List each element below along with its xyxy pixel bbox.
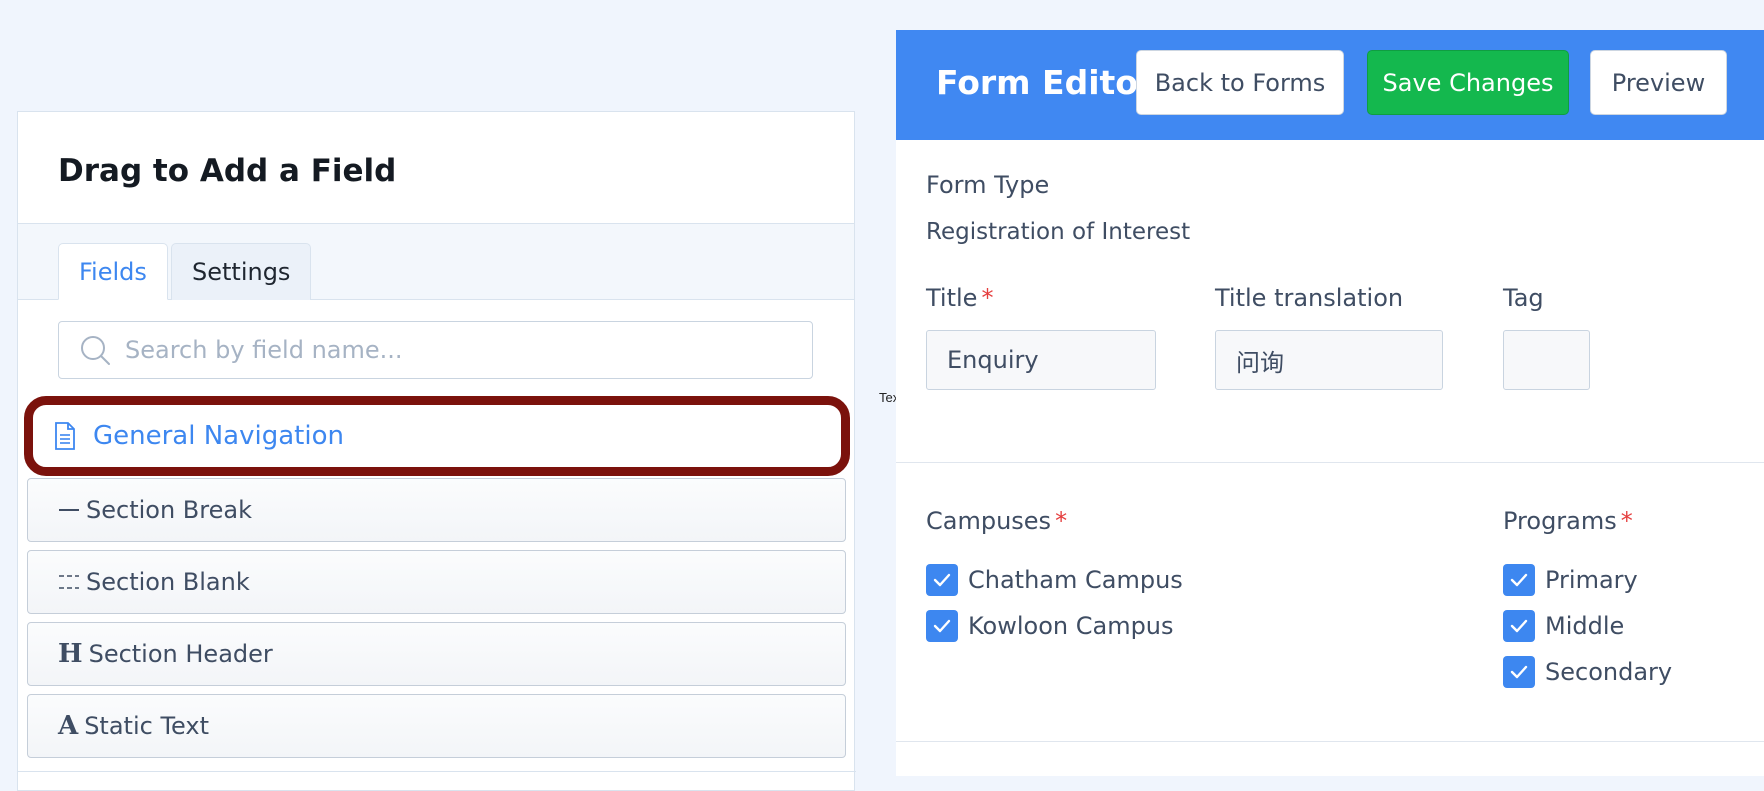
field-item-label: Section Blank [86,568,250,596]
programs-label-text: Programs [1503,507,1617,535]
field-item-static-text[interactable]: A Static Text [27,694,846,758]
field-library-header: Drag to Add a Field [18,112,854,224]
divider [18,771,856,772]
tab-settings[interactable]: Settings [171,243,312,300]
divider [896,462,1764,463]
divider [896,741,1764,742]
checkmark-icon [1503,656,1535,688]
checkbox-label: Middle [1545,612,1625,640]
field-item-label: Section Header [88,640,273,668]
search-input[interactable] [123,335,773,365]
required-mark: * [1620,507,1633,535]
field-item-label: Section Break [86,496,252,524]
save-changes-button[interactable]: Save Changes [1367,50,1569,115]
field-item-general-navigation[interactable]: General Navigation [24,396,850,476]
title-translation-input[interactable] [1215,330,1443,390]
field-item-section-break[interactable]: Section Break [27,478,846,542]
field-item-section-header[interactable]: H Section Header [27,622,846,686]
campuses-label-text: Campuses [926,507,1052,535]
tag-input[interactable] [1503,330,1590,390]
field-item-label: Static Text [84,712,209,740]
checkbox-kowloon-campus[interactable]: Kowloon Campus [926,610,1174,642]
checkbox-secondary[interactable]: Secondary [1503,656,1672,688]
checkbox-label: Chatham Campus [968,566,1183,594]
field-item-section-blank[interactable]: Section Blank [27,550,846,614]
required-mark: * [981,284,994,312]
field-library-panel: Drag to Add a Field Fields Settings Gene… [17,111,856,791]
title-label: Title * [926,284,993,312]
form-editor-header: Form Editor Back to Forms Save Changes P… [896,30,1764,140]
preview-button[interactable]: Preview [1590,50,1727,115]
tab-fields[interactable]: Fields [58,243,168,300]
checkbox-middle[interactable]: Middle [1503,610,1624,642]
text-a-icon: A [58,711,79,741]
checkbox-chatham-campus[interactable]: Chatham Campus [926,564,1183,596]
title-translation-label: Title translation [1215,284,1404,312]
dashed-lines-icon [58,569,80,595]
page-title: Form Editor [936,63,1155,102]
form-type-value: Registration of Interest [926,219,1191,245]
required-mark: * [1055,507,1068,535]
search-icon [81,336,110,365]
checkbox-primary[interactable]: Primary [1503,564,1638,596]
library-tabs: Fields Settings [18,224,854,300]
programs-label: Programs * [1503,507,1633,535]
checkbox-label: Primary [1545,566,1638,594]
checkmark-icon [1503,610,1535,642]
campuses-label: Campuses * [926,507,1067,535]
checkmark-icon [1503,564,1535,596]
checkbox-label: Secondary [1545,658,1673,686]
checkmark-icon [926,610,958,642]
title-input[interactable] [926,330,1156,390]
checkmark-icon [926,564,958,596]
form-editor-panel: Form Editor Back to Forms Save Changes P… [896,30,1764,776]
document-icon [55,422,75,450]
form-type-label: Form Type [926,171,1050,199]
back-to-forms-button[interactable]: Back to Forms [1136,50,1344,115]
checkbox-label: Kowloon Campus [968,612,1174,640]
title-label-text: Title [926,284,978,312]
field-item-label: General Navigation [93,421,344,451]
tag-label: Tag [1503,284,1544,312]
field-library-title: Drag to Add a Field [58,152,397,189]
dash-icon [58,500,80,520]
field-search[interactable] [58,321,813,379]
header-h-icon: H [58,639,83,669]
